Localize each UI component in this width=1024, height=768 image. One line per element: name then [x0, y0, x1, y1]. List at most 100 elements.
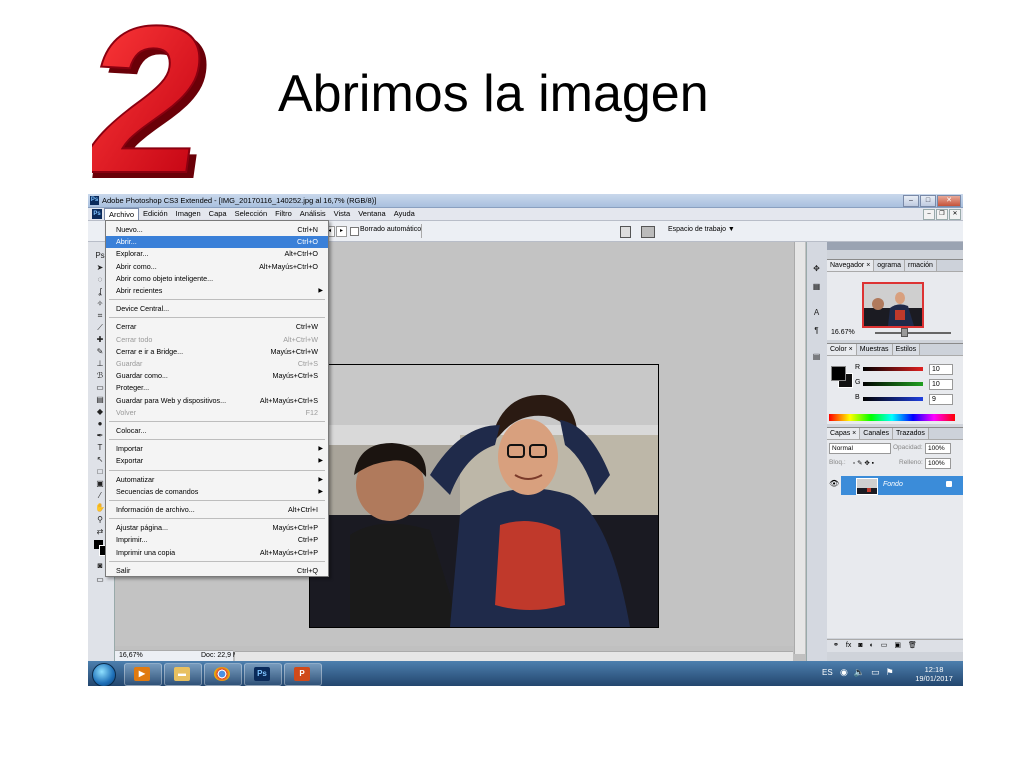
- flag-icon[interactable]: ⚑: [886, 667, 894, 678]
- channel-value-input[interactable]: 10: [929, 364, 953, 375]
- dodge-tool-icon[interactable]: ●: [95, 420, 105, 428]
- type-tool-icon[interactable]: T: [95, 444, 105, 452]
- arrow-right-icon[interactable]: ▸: [336, 226, 347, 237]
- taskbar-photoshop[interactable]: Ps: [244, 663, 282, 686]
- zoom-tool-icon[interactable]: ⚲: [95, 516, 105, 524]
- layer-mask-icon[interactable]: ◙: [858, 640, 862, 652]
- doc-restore-button[interactable]: ❐: [936, 209, 948, 220]
- file-menu-item[interactable]: Colocar...: [106, 425, 328, 437]
- delete-layer-icon[interactable]: 🗑: [908, 640, 917, 652]
- tab-layers[interactable]: Capas ×: [827, 428, 861, 439]
- tab-styles[interactable]: Estilos: [892, 344, 921, 355]
- new-layer-icon[interactable]: ▣: [894, 640, 901, 652]
- tab-channels[interactable]: Canales: [860, 428, 893, 439]
- eraser-tool-icon[interactable]: ▭: [95, 384, 105, 392]
- marquee-tool-icon[interactable]: ◌: [95, 276, 105, 284]
- new-group-icon[interactable]: ▭: [881, 640, 888, 652]
- blend-mode-select[interactable]: Normal: [829, 443, 891, 454]
- hand-tool-icon[interactable]: ✋: [95, 504, 105, 512]
- workspace-dropdown[interactable]: Espacio de trabajo ▼: [668, 226, 735, 233]
- file-menu-item[interactable]: Automatizar ▶: [106, 474, 328, 486]
- channel-slider[interactable]: [863, 397, 923, 401]
- zoom-level[interactable]: 16,67%: [119, 652, 143, 659]
- channel-slider[interactable]: [863, 382, 923, 386]
- ps-tool-icon[interactable]: Ps: [95, 252, 105, 260]
- menu-item[interactable]: Selección: [231, 208, 272, 220]
- file-menu-item[interactable]: Guardar para Web y dispositivos... Alt+Ma…: [106, 395, 328, 407]
- gradient-tool-icon[interactable]: ▤: [95, 396, 105, 404]
- channel-value-input[interactable]: 10: [929, 379, 953, 390]
- brush-tool-icon[interactable]: ✎: [95, 348, 105, 356]
- file-menu-item[interactable]: Cerrar e ir a Bridge... Mayús+Ctrl+W: [106, 346, 328, 358]
- clock[interactable]: 12:18 19/01/2017: [910, 665, 958, 683]
- menu-item[interactable]: Filtro: [271, 208, 296, 220]
- ps-menu-icon[interactable]: Ps: [92, 209, 102, 219]
- file-menu-item[interactable]: Cerrar Ctrl+W: [106, 321, 328, 333]
- menu-item[interactable]: Imagen: [172, 208, 205, 220]
- file-menu-item[interactable]: Nuevo... Ctrl+N: [106, 224, 328, 236]
- menu-item[interactable]: Capa: [205, 208, 231, 220]
- taskbar-media-player[interactable]: ▶: [124, 663, 162, 686]
- file-menu-item[interactable]: Importar ▶: [106, 443, 328, 455]
- tab-swatches[interactable]: Muestras: [856, 344, 893, 355]
- healing-tool-icon[interactable]: ✚: [95, 336, 105, 344]
- horizontal-scrollbar[interactable]: [235, 651, 793, 661]
- notes-tool-icon[interactable]: ▣: [95, 480, 105, 488]
- screen-mode-icon[interactable]: [641, 226, 655, 238]
- vertical-scrollbar[interactable]: [794, 242, 805, 654]
- file-menu-item[interactable]: Imprimir... Ctrl+P: [106, 534, 328, 546]
- history-brush-tool-icon[interactable]: ℬ: [95, 372, 105, 380]
- channel-slider[interactable]: [863, 367, 923, 371]
- document-image[interactable]: [309, 364, 659, 628]
- close-button[interactable]: ✕: [937, 195, 961, 207]
- taskbar-powerpoint[interactable]: P: [284, 663, 322, 686]
- adjustment-layer-icon[interactable]: ◐: [870, 640, 874, 652]
- pen-tool-icon[interactable]: ✒: [95, 432, 105, 440]
- file-menu-item[interactable]: Imprimir una copia Alt+Mayús+Ctrl+P: [106, 547, 328, 559]
- tab-info[interactable]: rmación: [905, 260, 937, 271]
- file-menu-item[interactable]: Abrir como... Alt+Mayús+Ctrl+O: [106, 261, 328, 273]
- menu-item[interactable]: Ayuda: [390, 208, 419, 220]
- magic-wand-tool-icon[interactable]: ✧: [95, 300, 105, 308]
- file-menu-item[interactable]: Abrir como objeto inteligente...: [106, 273, 328, 285]
- document-icon[interactable]: [620, 226, 631, 238]
- lock-icons[interactable]: ▫ ✎ ✥ ▪: [853, 459, 874, 467]
- quick-mask-icon[interactable]: ◙: [95, 562, 105, 570]
- file-menu-item[interactable]: Secuencias de comandos ▶: [106, 486, 328, 498]
- opacity-input[interactable]: 100%: [925, 443, 951, 454]
- file-menu-item[interactable]: Exportar ▶: [106, 455, 328, 467]
- swap-colors-icon[interactable]: ⇄: [95, 528, 105, 536]
- path-selection-tool-icon[interactable]: ↖: [95, 456, 105, 464]
- lasso-tool-icon[interactable]: ʆ: [95, 288, 105, 296]
- file-menu-item[interactable]: Ajustar página... Mayús+Ctrl+P: [106, 522, 328, 534]
- color-spectrum-bar[interactable]: [829, 414, 955, 421]
- file-menu-item[interactable]: Información de archivo... Alt+Ctrl+I: [106, 504, 328, 516]
- language-indicator[interactable]: ES: [822, 668, 833, 677]
- move-panel-icon[interactable]: ✥: [811, 264, 822, 274]
- navigator-zoom-slider[interactable]: [875, 332, 951, 334]
- foreground-color-box[interactable]: [831, 366, 846, 381]
- file-menu-item[interactable]: Proteger...: [106, 382, 328, 394]
- file-menu-item[interactable]: Explorar... Alt+Ctrl+O: [106, 248, 328, 260]
- shape-tool-icon[interactable]: □: [95, 468, 105, 476]
- volume-icon[interactable]: 🔈: [854, 667, 865, 678]
- layer-row[interactable]: Fondo: [841, 476, 963, 495]
- navigator-thumbnail[interactable]: [862, 282, 924, 328]
- taskbar-file-explorer[interactable]: ▬: [164, 663, 202, 686]
- tab-navigator[interactable]: Navegador ×: [827, 260, 875, 271]
- history-panel-icon[interactable]: ▦: [811, 282, 822, 292]
- doc-minimize-button[interactable]: –: [923, 209, 935, 220]
- menu-item[interactable]: Análisis: [296, 208, 330, 220]
- layer-style-icon[interactable]: fx: [846, 640, 851, 652]
- tab-color[interactable]: Color ×: [827, 344, 857, 355]
- file-menu-item[interactable]: Guardar como... Mayús+Ctrl+S: [106, 370, 328, 382]
- network-icon[interactable]: ▭: [871, 667, 880, 678]
- file-menu-item[interactable]: Device Central...: [106, 303, 328, 315]
- tab-histogram[interactable]: ograma: [874, 260, 906, 271]
- taskbar-chrome[interactable]: [204, 663, 242, 686]
- tray-app-icon[interactable]: ◉: [840, 667, 848, 678]
- blur-tool-icon[interactable]: ◆: [95, 408, 105, 416]
- tab-paths[interactable]: Trazados: [892, 428, 929, 439]
- move-tool-icon[interactable]: ➤: [95, 264, 105, 272]
- auto-erase-checkbox[interactable]: [350, 227, 359, 236]
